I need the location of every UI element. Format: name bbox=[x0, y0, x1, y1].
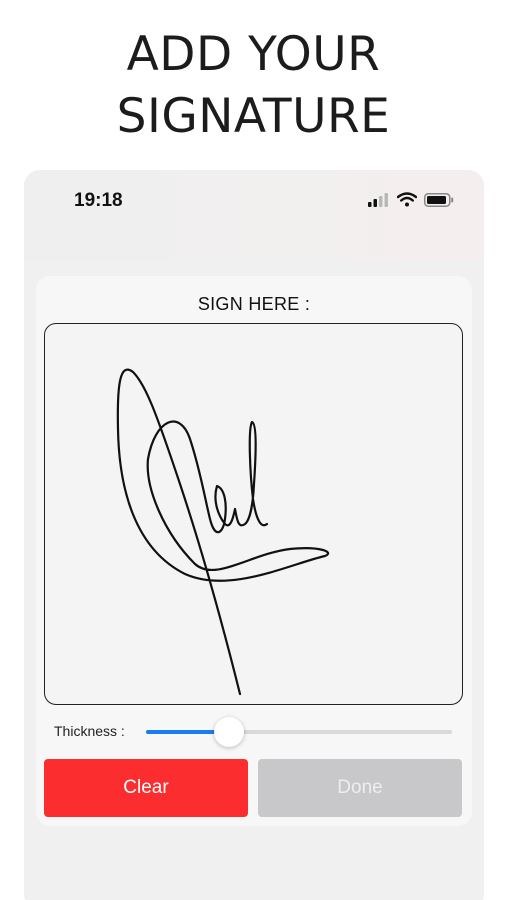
thickness-label: Thickness : bbox=[54, 723, 125, 739]
slider-thumb[interactable] bbox=[213, 717, 244, 747]
done-button[interactable]: Done bbox=[258, 759, 462, 817]
headline-line-1: ADD YOUR bbox=[126, 27, 381, 82]
status-icons bbox=[368, 192, 454, 207]
battery-icon bbox=[424, 192, 454, 207]
phone-screen: 19:18 SIGN HERE: Thickness: Clear Done bbox=[24, 170, 484, 900]
app-store-screenshot: ADD YOUR SIGNATURE 19:18 SIGN HERE: Thi… bbox=[0, 0, 507, 900]
thickness-slider[interactable] bbox=[146, 717, 452, 747]
clear-button[interactable]: Clear bbox=[44, 759, 248, 817]
status-time: 19:18 bbox=[74, 190, 123, 211]
headline-line-2: SIGNATURE bbox=[116, 89, 391, 144]
signature-drawing bbox=[116, 368, 330, 696]
cellular-signal-icon bbox=[368, 192, 388, 207]
signature-canvas[interactable] bbox=[44, 323, 463, 705]
sign-here-label: SIGN HERE : bbox=[197, 294, 311, 314]
promo-headline: ADD YOUR SIGNATURE bbox=[0, 24, 507, 148]
status-bar: 19:18 bbox=[24, 170, 484, 260]
signature-card: SIGN HERE : Thickness : Clear Done bbox=[36, 276, 472, 826]
wifi-icon bbox=[397, 192, 417, 207]
